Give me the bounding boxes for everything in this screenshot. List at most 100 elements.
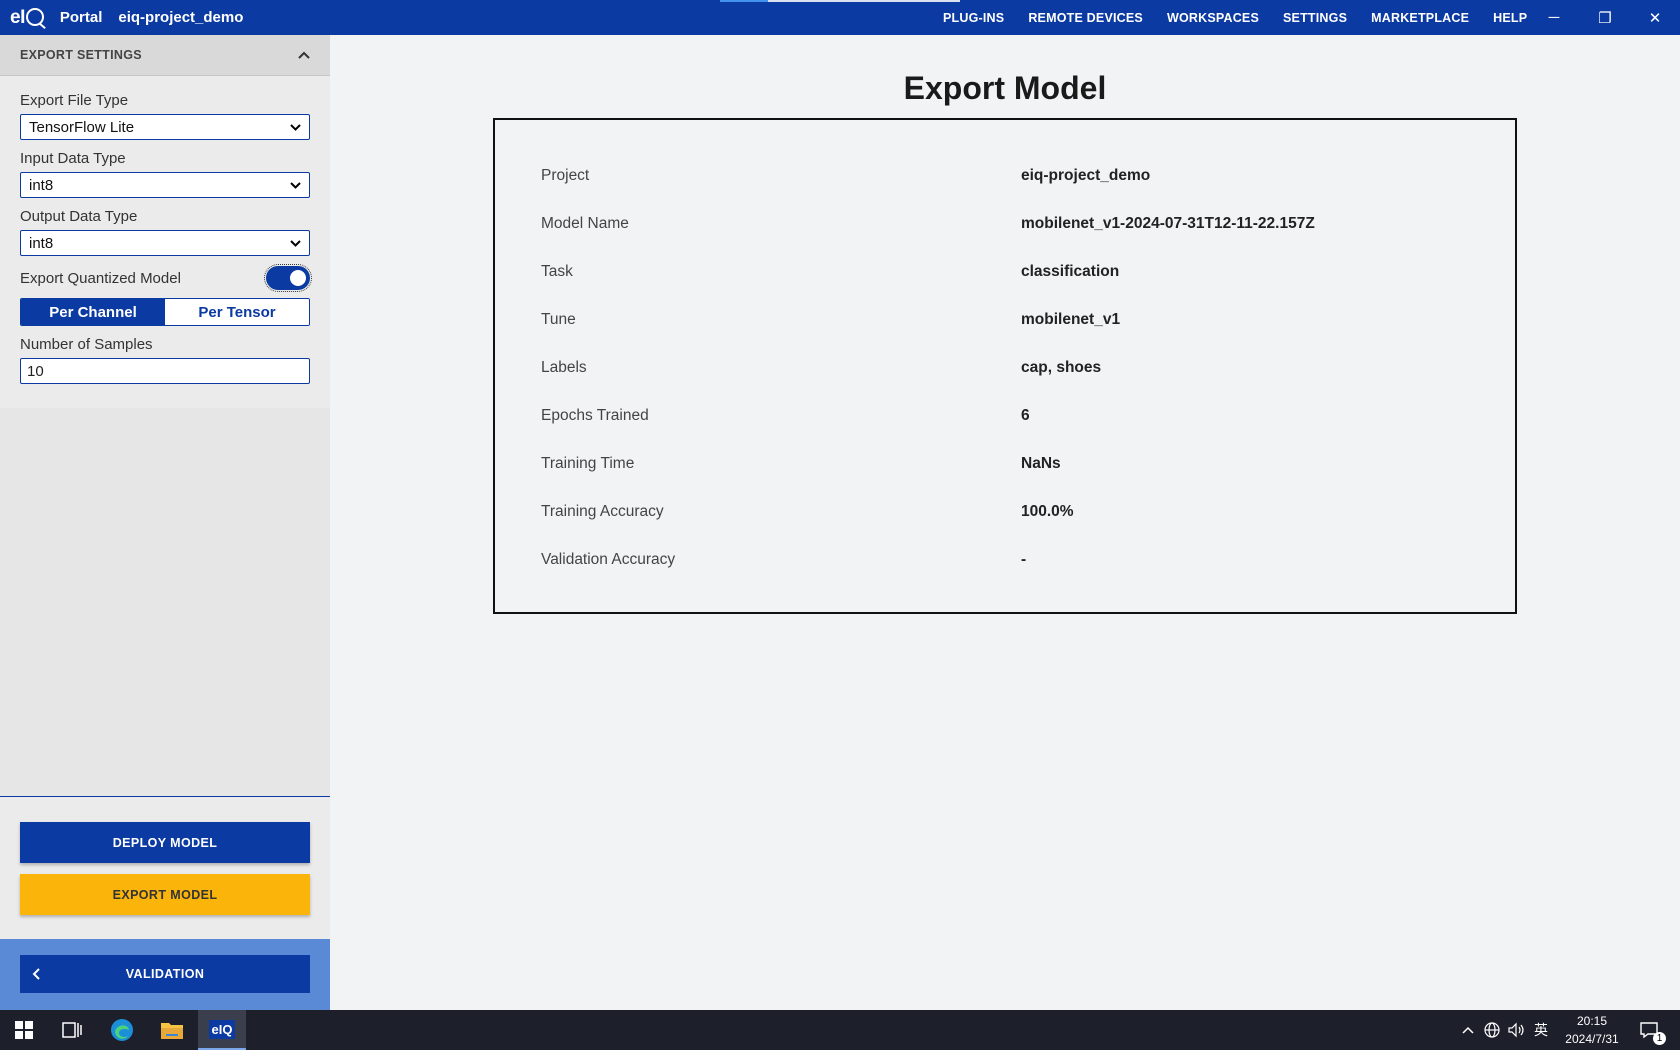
sidebar-empty-area bbox=[0, 408, 330, 796]
clock-time: 20:15 bbox=[1576, 1014, 1608, 1028]
system-tray: 英 bbox=[1462, 1010, 1548, 1050]
edge-browser-button[interactable] bbox=[98, 1010, 146, 1050]
minimize-button[interactable]: ─ bbox=[1531, 0, 1577, 35]
ime-indicator[interactable]: 英 bbox=[1534, 1020, 1548, 1040]
export-settings-title: EXPORT SETTINGS bbox=[20, 48, 142, 62]
nav-plug-ins[interactable]: PLUG-INS bbox=[943, 11, 1004, 25]
chevron-left-icon bbox=[32, 968, 40, 980]
back-button-label: VALIDATION bbox=[125, 967, 205, 981]
detail-row-labels: Labels cap, shoes bbox=[541, 356, 1495, 380]
folder-icon bbox=[161, 1023, 183, 1039]
eiq-taskbar-button[interactable]: eIQ bbox=[198, 1010, 246, 1050]
back-navigation-area: VALIDATION bbox=[0, 939, 330, 1010]
input-data-type-label: Input Data Type bbox=[20, 150, 126, 167]
notification-count-badge: 1 bbox=[1653, 1032, 1666, 1045]
detail-key: Training Time bbox=[541, 455, 635, 472]
close-window-button[interactable]: ✕ bbox=[1632, 0, 1678, 35]
detail-key: Training Accuracy bbox=[541, 503, 664, 520]
output-data-type-value: int8 bbox=[29, 234, 54, 252]
sidebar-actions: DEPLOY MODEL EXPORT MODEL bbox=[0, 796, 330, 939]
detail-row-tune: Tune mobilenet_v1 bbox=[541, 308, 1495, 332]
project-name: eiq-project_demo bbox=[118, 9, 244, 26]
app-name: Portal bbox=[59, 9, 103, 26]
back-to-validation-button[interactable]: VALIDATION bbox=[20, 955, 310, 993]
detail-row-project: Project eiq-project_demo bbox=[541, 164, 1495, 188]
export-file-type-value: TensorFlow Lite bbox=[29, 118, 135, 136]
file-explorer-button[interactable] bbox=[148, 1010, 196, 1050]
detail-key: Tune bbox=[541, 311, 576, 328]
export-file-type-label: Export File Type bbox=[20, 92, 129, 109]
detail-value: classification bbox=[1021, 263, 1120, 280]
chevron-down-icon bbox=[290, 239, 301, 247]
title-bar: eI Portal eiq-project_demo PLUG-INS REMO… bbox=[0, 0, 1680, 35]
export-quantized-label: Export Quantized Model bbox=[20, 269, 181, 287]
nav-help[interactable]: HELP bbox=[1493, 11, 1527, 25]
per-tensor-option[interactable]: Per Tensor bbox=[165, 299, 309, 325]
detail-value: mobilenet_v1-2024-07-31T12-11-22.157Z bbox=[1021, 215, 1315, 232]
taskbar-clock[interactable]: 20:15 2024/7/31 bbox=[1554, 1012, 1630, 1048]
loading-progress-bar bbox=[720, 0, 960, 2]
output-data-type-select[interactable]: int8 bbox=[20, 230, 310, 256]
detail-value: eiq-project_demo bbox=[1021, 167, 1151, 184]
logo-q-icon bbox=[25, 7, 44, 26]
sidebar: EXPORT SETTINGS Export File Type TensorF… bbox=[0, 35, 330, 1010]
chevron-down-icon bbox=[290, 181, 301, 189]
export-settings-body: Export File Type TensorFlow Lite Input D… bbox=[0, 76, 330, 394]
input-data-type-value: int8 bbox=[29, 176, 54, 194]
detail-row-training-accuracy: Training Accuracy 100.0% bbox=[541, 500, 1495, 524]
number-of-samples-label: Number of Samples bbox=[20, 336, 153, 353]
input-data-type-select[interactable]: int8 bbox=[20, 172, 310, 198]
detail-key: Validation Accuracy bbox=[541, 551, 676, 568]
chevron-down-icon bbox=[290, 123, 301, 131]
deploy-model-button[interactable]: DEPLOY MODEL bbox=[20, 822, 310, 863]
eiq-logo: eI bbox=[10, 7, 44, 29]
chevron-up-icon[interactable] bbox=[1462, 1026, 1474, 1034]
nav-settings[interactable]: SETTINGS bbox=[1283, 11, 1347, 25]
notifications-button[interactable]: 1 bbox=[1626, 1010, 1672, 1050]
detail-row-validation-accuracy: Validation Accuracy - bbox=[541, 548, 1495, 572]
detail-value: NaNs bbox=[1021, 455, 1061, 472]
detail-value: - bbox=[1021, 551, 1027, 568]
detail-key: Project bbox=[541, 167, 590, 184]
model-details-card: Project eiq-project_demo Model Name mobile… bbox=[493, 118, 1517, 614]
top-nav: PLUG-INS REMOTE DEVICES WORKSPACES SETTI… bbox=[943, 0, 1551, 35]
speaker-icon[interactable] bbox=[1508, 1022, 1526, 1038]
minimize-icon: ─ bbox=[1548, 9, 1560, 26]
restore-button[interactable]: ❐ bbox=[1582, 0, 1628, 35]
output-data-type-label: Output Data Type bbox=[20, 208, 138, 225]
windows-taskbar: eIQ 英 20:15 2024/7/31 1 bbox=[0, 1010, 1680, 1050]
export-model-button[interactable]: EXPORT MODEL bbox=[20, 874, 310, 915]
detail-row-model-name: Model Name mobilenet_v1-2024-07-31T12-11-… bbox=[541, 212, 1495, 236]
windows-logo-icon bbox=[15, 1021, 33, 1039]
detail-value: 100.0% bbox=[1021, 503, 1074, 520]
detail-value: 6 bbox=[1021, 407, 1030, 424]
close-icon: ✕ bbox=[1648, 9, 1662, 27]
export-file-type-select[interactable]: TensorFlow Lite bbox=[20, 114, 310, 140]
detail-value: mobilenet_v1 bbox=[1021, 311, 1121, 328]
export-settings-header[interactable]: EXPORT SETTINGS bbox=[0, 35, 330, 76]
restore-icon: ❐ bbox=[1598, 9, 1612, 27]
eiq-app-icon: eIQ bbox=[208, 1019, 236, 1039]
clock-date: 2024/7/31 bbox=[1565, 1032, 1619, 1046]
start-button[interactable] bbox=[0, 1010, 48, 1050]
page-title: Export Model bbox=[903, 70, 1107, 106]
quantization-mode-selector: Per Channel Per Tensor bbox=[20, 298, 310, 326]
detail-key: Labels bbox=[541, 359, 587, 376]
globe-icon[interactable] bbox=[1484, 1022, 1500, 1038]
task-view-icon bbox=[62, 1022, 82, 1038]
edge-icon bbox=[111, 1019, 133, 1041]
nav-remote-devices[interactable]: REMOTE DEVICES bbox=[1028, 11, 1143, 25]
export-quantized-toggle[interactable] bbox=[264, 264, 312, 292]
detail-row-training-time: Training Time NaNs bbox=[541, 452, 1495, 476]
detail-key: Task bbox=[541, 263, 573, 280]
task-view-button[interactable] bbox=[48, 1010, 96, 1050]
detail-key: Model Name bbox=[541, 215, 629, 232]
detail-key: Epochs Trained bbox=[541, 407, 649, 424]
per-channel-option[interactable]: Per Channel bbox=[21, 299, 165, 325]
number-of-samples-input[interactable]: 10 bbox=[20, 358, 310, 384]
nav-marketplace[interactable]: MARKETPLACE bbox=[1371, 11, 1469, 25]
detail-row-epochs: Epochs Trained 6 bbox=[541, 404, 1495, 428]
nav-workspaces[interactable]: WORKSPACES bbox=[1167, 11, 1259, 25]
export-quantized-row: Export Quantized Model bbox=[20, 264, 312, 292]
chevron-up-icon[interactable] bbox=[298, 51, 310, 59]
